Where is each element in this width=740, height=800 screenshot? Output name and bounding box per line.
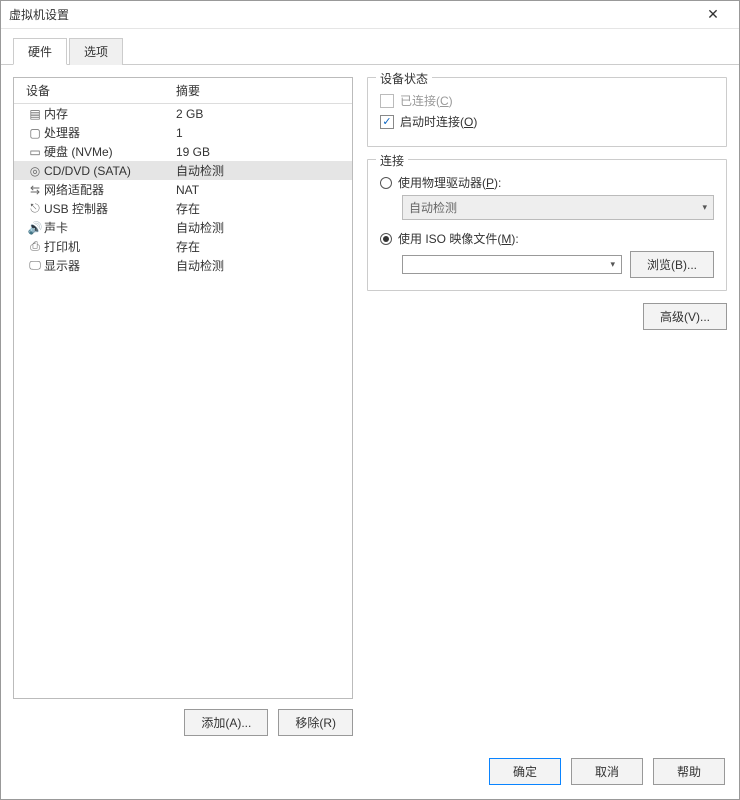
dialog-footer: 确定 取消 帮助 <box>1 748 739 799</box>
physical-drive-select[interactable]: 自动检测 ▾ <box>402 195 714 220</box>
connect-on-startup-checkbox[interactable]: ✓ <box>380 115 394 129</box>
chevron-down-icon: ▾ <box>610 259 615 270</box>
sound-icon: 🔊 <box>26 221 44 235</box>
connected-label: 已连接(C) <box>400 92 453 109</box>
device-row[interactable]: ▭硬盘 (NVMe)19 GB <box>14 142 352 161</box>
device-table: 设备 摘要 ▤内存2 GB▢处理器1▭硬盘 (NVMe)19 GB◎CD/DVD… <box>13 77 353 699</box>
device-row[interactable]: ◎CD/DVD (SATA)自动检测 <box>14 161 352 180</box>
device-name: CD/DVD (SATA) <box>44 164 176 178</box>
device-row[interactable]: ▢处理器1 <box>14 123 352 142</box>
device-summary: 存在 <box>176 200 344 217</box>
tab-options[interactable]: 选项 <box>69 38 123 65</box>
vm-settings-window: 虚拟机设置 ✕ 硬件 选项 设备 摘要 ▤内存2 GB▢处理器1▭硬盘 (NVM… <box>0 0 740 800</box>
device-row[interactable]: ⎋USB 控制器存在 <box>14 199 352 218</box>
device-summary: 存在 <box>176 238 344 255</box>
connect-on-startup-label: 启动时连接(O) <box>400 113 477 130</box>
device-summary: 1 <box>176 126 344 140</box>
cpu-icon: ▢ <box>26 126 44 140</box>
device-summary: 自动检测 <box>176 219 344 236</box>
use-iso-label: 使用 ISO 映像文件(M): <box>398 230 519 247</box>
device-name: USB 控制器 <box>44 200 176 217</box>
device-table-header: 设备 摘要 <box>14 78 352 104</box>
network-icon: ⇆ <box>26 183 44 197</box>
device-row[interactable]: ⎙打印机存在 <box>14 237 352 256</box>
device-name: 处理器 <box>44 124 176 141</box>
device-status-legend: 设备状态 <box>376 70 432 87</box>
device-summary: 2 GB <box>176 107 344 121</box>
device-panel: 设备 摘要 ▤内存2 GB▢处理器1▭硬盘 (NVMe)19 GB◎CD/DVD… <box>13 77 353 736</box>
use-physical-label: 使用物理驱动器(P): <box>398 174 501 191</box>
window-title: 虚拟机设置 <box>9 6 695 23</box>
add-device-button[interactable]: 添加(A)... <box>184 709 268 736</box>
connection-group: 连接 使用物理驱动器(P): 自动检测 ▾ 使用 ISO 映 <box>367 159 727 291</box>
device-name: 内存 <box>44 105 176 122</box>
help-button[interactable]: 帮助 <box>653 758 725 785</box>
disk-icon: ▭ <box>26 145 44 159</box>
remove-device-button[interactable]: 移除(R) <box>278 709 353 736</box>
device-summary: 自动检测 <box>176 257 344 274</box>
device-row[interactable]: ⇆网络适配器NAT <box>14 180 352 199</box>
usb-icon: ⎋ <box>26 201 44 216</box>
device-summary: 19 GB <box>176 145 344 159</box>
col-device: 设备 <box>26 82 176 99</box>
tab-hardware[interactable]: 硬件 <box>13 38 67 65</box>
device-name: 显示器 <box>44 257 176 274</box>
use-physical-radio[interactable] <box>380 177 392 189</box>
device-row[interactable]: ▤内存2 GB <box>14 104 352 123</box>
device-name: 打印机 <box>44 238 176 255</box>
close-icon[interactable]: ✕ <box>695 6 731 23</box>
device-name: 声卡 <box>44 219 176 236</box>
memory-icon: ▤ <box>26 107 44 121</box>
col-summary: 摘要 <box>176 82 344 99</box>
display-icon: 🖵 <box>26 258 44 273</box>
ok-button[interactable]: 确定 <box>489 758 561 785</box>
cancel-button[interactable]: 取消 <box>571 758 643 785</box>
tab-bar: 硬件 选项 <box>1 29 739 65</box>
browse-button[interactable]: 浏览(B)... <box>630 251 714 278</box>
device-name: 网络适配器 <box>44 181 176 198</box>
iso-path-input[interactable]: ▾ <box>402 255 622 274</box>
device-row[interactable]: 🖵显示器自动检测 <box>14 256 352 275</box>
cd-icon: ◎ <box>26 164 44 178</box>
chevron-down-icon: ▾ <box>702 202 707 213</box>
device-summary: NAT <box>176 183 344 197</box>
connected-checkbox <box>380 94 394 108</box>
advanced-button[interactable]: 高级(V)... <box>643 303 727 330</box>
printer-icon: ⎙ <box>26 239 44 254</box>
device-row[interactable]: 🔊声卡自动检测 <box>14 218 352 237</box>
device-summary: 自动检测 <box>176 162 344 179</box>
use-iso-radio[interactable] <box>380 233 392 245</box>
connection-legend: 连接 <box>376 152 408 169</box>
device-status-group: 设备状态 已连接(C) ✓ 启动时连接(O) <box>367 77 727 147</box>
titlebar: 虚拟机设置 ✕ <box>1 1 739 29</box>
device-name: 硬盘 (NVMe) <box>44 143 176 160</box>
